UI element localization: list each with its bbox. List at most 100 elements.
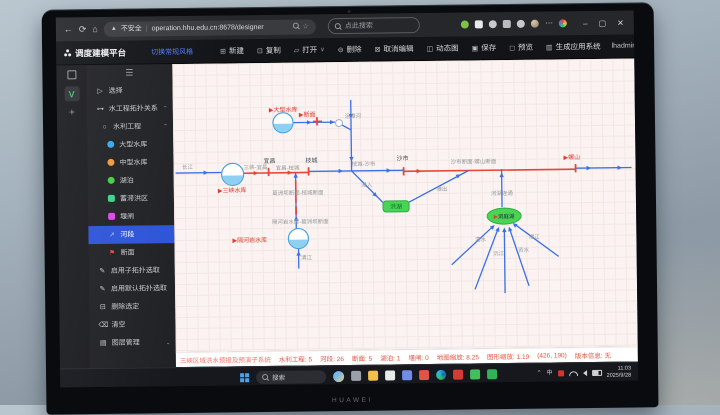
file-explorer-icon[interactable] (368, 371, 378, 381)
url-text[interactable]: operation.hhu.edu.cn:8678/designer (152, 23, 264, 31)
dynamic-graph-button[interactable]: ◫动态图 (426, 43, 458, 54)
extension-block-icon[interactable] (517, 20, 525, 28)
home-icon[interactable]: ⌂ (92, 25, 98, 34)
taskbar-search[interactable]: 搜索 (256, 370, 326, 384)
volume-icon[interactable] (583, 370, 587, 376)
sidebar-item-delete-selected[interactable]: ⊟删除选定 (89, 297, 175, 316)
app-logo: 调度建模平台 (64, 46, 126, 59)
reload-icon[interactable]: ⟳ (79, 25, 87, 34)
sidebar-item-detention-area[interactable]: 蓄滞洪区 (88, 189, 174, 208)
edge-label: 枝城-沙市 (352, 160, 376, 168)
open-button[interactable]: ▱打开∨ (294, 44, 325, 55)
sidebar-item-lake[interactable]: 湖泊 (88, 171, 174, 190)
security-label[interactable]: 不安全 (121, 23, 142, 33)
sidebar-item-project-ellipse[interactable]: ○水利工程⌃ (87, 117, 173, 136)
sidebar-item-topology[interactable]: ⊶水工程拓扑关系⌃ (87, 99, 173, 118)
medium-reservoir-icon (106, 158, 115, 167)
address-bar[interactable]: ▲ 不安全 | operation.hhu.edu.cn:8678/design… (104, 19, 316, 37)
clear-icon: ⌫ (98, 321, 107, 328)
back-icon[interactable]: ← (64, 25, 73, 34)
extension-flag-icon[interactable] (503, 20, 511, 28)
app-red-icon[interactable] (453, 370, 463, 380)
river-reach-icon: ↗ (107, 231, 116, 238)
tray-chevron-icon[interactable]: ⌃ (537, 371, 542, 377)
edge-label: 沮漳河 (345, 112, 362, 120)
delete-icon: ⊖ (338, 46, 344, 54)
app-light-icon[interactable] (385, 370, 395, 380)
laptop-brand: HUAWEI (46, 393, 658, 407)
task-view-icon[interactable] (351, 371, 361, 381)
topology-icon: ⊶ (96, 105, 105, 112)
taskbar-search-label: 搜索 (272, 372, 285, 382)
copy-icon: ⊡ (257, 47, 263, 55)
sidebar-item-select-cursor[interactable]: ▷选择 (86, 81, 172, 100)
widgets-icon[interactable] (333, 371, 344, 382)
save-button[interactable]: ▣保存 (471, 42, 496, 53)
toolbar-buttons: ⊞新建 ⊡复制 ▱打开∨ ⊖删除 ⊠取消编辑 ◫动态图 ▣保存 ◻预览 ▥生成应用系统 (220, 41, 601, 57)
quick-search-box[interactable]: 点此搜索 (328, 17, 420, 34)
collapse-tabs-icon[interactable] (67, 70, 76, 79)
delete-button[interactable]: ⊖删除 (338, 44, 362, 55)
sidebar-item-cross-section[interactable]: ⚑断面 (88, 243, 174, 262)
node-reservoir[interactable] (288, 228, 308, 248)
chevron-up-icon: ⌃ (163, 105, 168, 112)
sidebar-item-clear[interactable]: ⌫清空 (89, 315, 175, 334)
wps-icon[interactable] (470, 369, 480, 379)
new-tab-button[interactable]: + (69, 108, 75, 118)
default-topology-icon: ✎ (98, 285, 107, 292)
sidebar-item-sub-topology[interactable]: ✎启用子拓扑选取 (89, 261, 175, 280)
more-options-icon[interactable]: ⋯ (545, 19, 553, 27)
edge-label: 资水 (518, 246, 530, 254)
edge-label: 河湖连通 (491, 189, 514, 197)
bookmark-star-icon[interactable]: ☆ (302, 22, 308, 30)
close-button[interactable]: ✕ (617, 18, 624, 27)
svg-text:洪湖: 洪湖 (390, 203, 402, 211)
node-lake[interactable]: ▶洞庭湖 (487, 208, 521, 224)
search-in-page-icon[interactable] (292, 23, 298, 29)
node-reservoir[interactable] (273, 113, 293, 133)
app-blue-icon[interactable] (402, 370, 412, 380)
battery-icon[interactable] (592, 370, 602, 376)
clock[interactable]: 11:03 2025/9/28 (607, 366, 632, 379)
active-tab-favicon[interactable]: V (64, 86, 79, 101)
edge-label: 枝城 (305, 156, 317, 164)
sidebar-item-medium-reservoir[interactable]: 中型水库 (87, 153, 173, 172)
copy-button[interactable]: ⊡复制 (257, 45, 281, 56)
search-placeholder: 点此搜索 (345, 21, 373, 31)
extension-moon-icon[interactable] (489, 20, 497, 28)
minimize-button[interactable]: – (583, 19, 588, 28)
extension-doc-icon[interactable] (475, 20, 483, 28)
sidebar-item-default-topology[interactable]: ✎启用默认拓扑选取 (89, 279, 175, 298)
ime-indicator[interactable]: 中 (547, 370, 553, 376)
tray-app-icon[interactable] (558, 370, 564, 376)
sidebar-item-layer-manage[interactable]: ▤图层管理⌄ (90, 333, 176, 352)
sidebar-item-large-reservoir[interactable]: 大型水库 (87, 135, 173, 154)
app-key-icon[interactable] (419, 370, 429, 380)
detention-area-icon (107, 194, 116, 203)
node-detention[interactable]: 洪湖 (383, 201, 409, 212)
sidebar-item-weir-gate[interactable]: 堰闸 (88, 207, 174, 226)
node-junction[interactable] (335, 120, 342, 127)
extension-leaf-icon[interactable] (461, 20, 469, 28)
profile-avatar[interactable] (531, 20, 539, 28)
chevron-up-icon: ⌃ (163, 123, 168, 130)
start-button[interactable] (240, 373, 249, 382)
topology-canvas[interactable]: 洪湖▶洞庭湖▶大型水库▶断面▶三峡水库▶隔河岩水库▶螺山长江三峡-宜昌宜昌宜昌-… (172, 58, 637, 352)
browser-essentials-icon[interactable] (559, 19, 567, 27)
style-switch-link[interactable]: 切换常规风格 (151, 46, 193, 57)
sidebar-item-river-reach[interactable]: ↗河段 (88, 225, 174, 244)
generate-app-button[interactable]: ▥生成应用系统 (546, 41, 601, 53)
cancel-edit-button[interactable]: ⊠取消编辑 (374, 43, 413, 54)
menu-icon[interactable]: ☰ (86, 67, 172, 82)
new-button[interactable]: ⊞新建 (220, 45, 244, 56)
edge-label: 长江 (182, 163, 194, 171)
flag-label: ▶隔河岩水库 (232, 236, 267, 244)
statistics: 水利工程: 5河段: 26断面: 5湖泊: 1堰闸: 0地图缩放: 8.25图形… (279, 351, 529, 364)
app-green-icon[interactable] (487, 369, 497, 379)
maximize-button[interactable]: ▢ (598, 18, 606, 27)
edge-icon[interactable] (436, 370, 446, 380)
laptop: HUAWEI ← ⟳ ⌂ ▲ 不安全 | operation.hhu.edu.c… (24, 0, 669, 409)
preview-button[interactable]: ◻预览 (509, 42, 533, 53)
wifi-icon[interactable] (569, 371, 578, 376)
node-reservoir[interactable] (221, 163, 243, 185)
